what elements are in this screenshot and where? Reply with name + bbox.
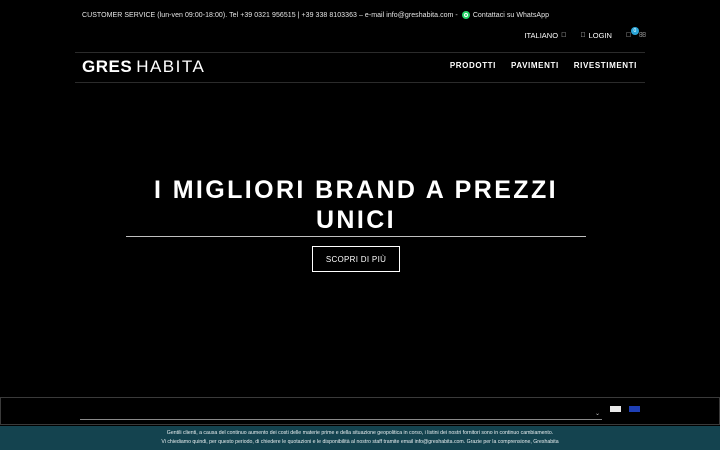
header-top-divider: [75, 52, 645, 53]
whatsapp-icon[interactable]: [461, 11, 470, 19]
price-notice-bar: Gentili clienti, a causa del continuo au…: [0, 426, 720, 450]
whatsapp-link[interactable]: Contattaci su WhatsApp: [473, 12, 549, 19]
user-icon: : [580, 32, 585, 39]
main-nav: PRODOTTI PAVIMENTI RIVESTIMENTI: [450, 61, 637, 70]
language-label: ITALIANO: [524, 30, 559, 40]
header-bottom-divider: [75, 82, 645, 83]
flag-icon-blue[interactable]: [629, 406, 640, 412]
logo-text-thin: HABITA: [136, 57, 206, 76]
notice-line-1: Gentili clienti, a causa del continuo au…: [166, 430, 554, 436]
page: CUSTOMER SERVICE (lun-ven 09:00-18:00). …: [0, 0, 720, 450]
chevron-down-icon: : [561, 32, 566, 39]
hero-title: I MIGLIORI BRAND A PREZZI UNICI: [154, 176, 558, 234]
caret-down-icon[interactable]: ⌄: [595, 410, 600, 417]
nav-item-prodotti[interactable]: PRODOTTI: [450, 61, 496, 70]
discover-more-button[interactable]: SCOPRI DI PIÙ: [312, 246, 400, 272]
utility-bar: ITALIANO   LOGIN  0 : [524, 27, 646, 41]
language-selector[interactable]: ITALIANO : [524, 31, 566, 40]
hero-divider: [126, 236, 586, 237]
search-icon[interactable]: : [639, 31, 646, 39]
panel-divider: [80, 419, 602, 420]
top-info-bar: CUSTOMER SERVICE (lun-ven 09:00-18:00). …: [82, 9, 638, 21]
site-logo[interactable]: GRES HABITA: [82, 57, 205, 77]
login-label: LOGIN: [588, 30, 612, 40]
nav-item-pavimenti[interactable]: PAVIMENTI: [511, 61, 559, 70]
flag-icon-light[interactable]: [610, 406, 621, 412]
cart-area:  0 : [626, 27, 646, 39]
logo-text-bold: GRES: [82, 57, 133, 76]
customer-service-text: CUSTOMER SERVICE (lun-ven 09:00-18:00). …: [82, 11, 458, 19]
notice-line-2: Vi chiediamo quindi, per questo periodo,…: [161, 439, 559, 445]
nav-item-rivestimenti[interactable]: RIVESTIMENTI: [574, 61, 637, 70]
cart-count-badge: 0: [630, 27, 639, 35]
login-link[interactable]:  LOGIN: [580, 31, 612, 40]
